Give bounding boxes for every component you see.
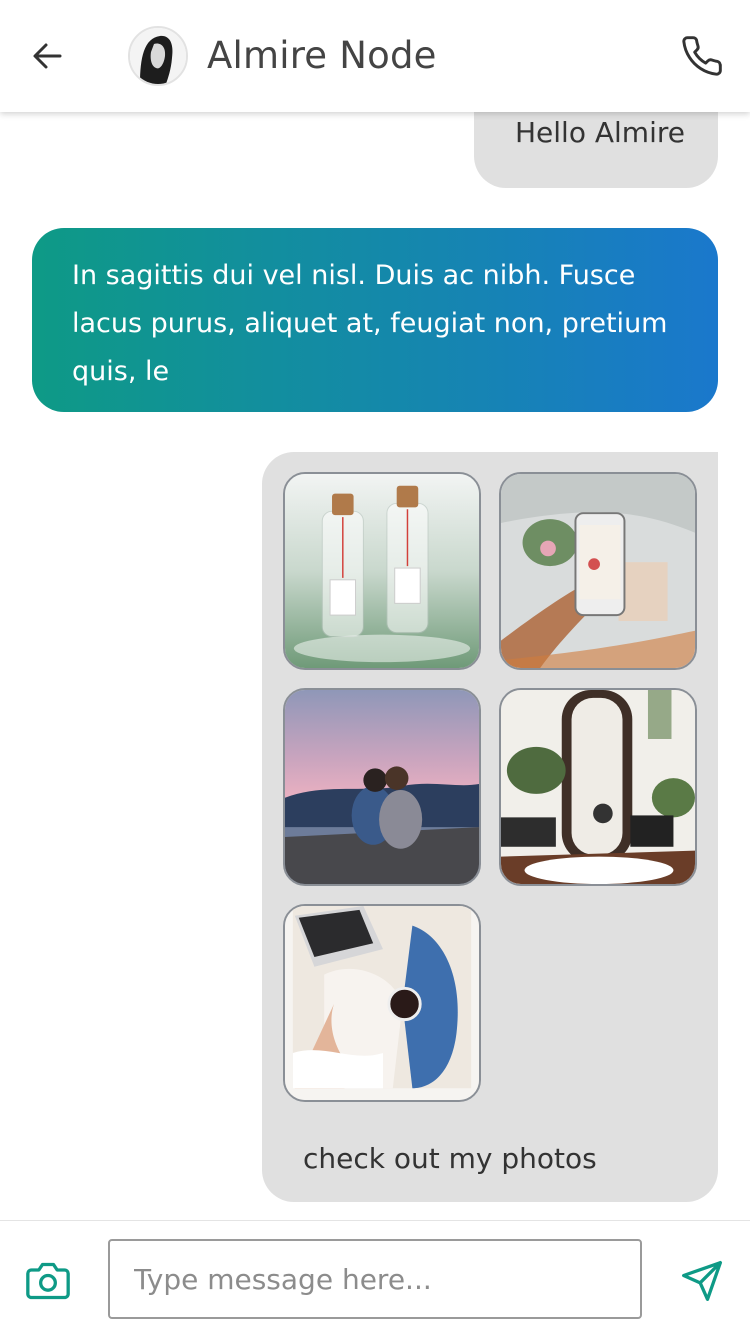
message-input[interactable] — [108, 1239, 642, 1319]
call-button[interactable] — [680, 34, 724, 78]
contact-name: Almire Node — [207, 34, 437, 77]
phone-icon — [682, 36, 722, 76]
send-button[interactable] — [680, 1259, 724, 1303]
send-icon — [682, 1261, 722, 1301]
avatar[interactable] — [128, 26, 188, 86]
glass-bottles-photo[interactable] — [283, 472, 481, 670]
outgoing-photos-message: check out my photos — [262, 452, 718, 1202]
phone-photo-bed-photo[interactable] — [499, 472, 697, 670]
message-text: In sagittis dui vel nisl. Duis ac nibh. … — [72, 260, 668, 387]
message-caption: check out my photos — [303, 1142, 597, 1175]
couple-sunset-mountains-photo[interactable] — [283, 688, 481, 886]
laptop-coffee-photo[interactable] — [283, 904, 481, 1102]
message-composer — [0, 1220, 750, 1334]
chat-header: Almire Node — [0, 0, 750, 112]
incoming-message-bubble: In sagittis dui vel nisl. Duis ac nibh. … — [32, 228, 718, 412]
message-text: Hello Almire — [515, 116, 685, 149]
message-list[interactable]: Hello Almire In sagittis dui vel nisl. D… — [0, 112, 750, 1220]
outgoing-message-bubble: Hello Almire — [474, 112, 718, 188]
arrow-left-icon — [33, 43, 62, 69]
camera-icon — [26, 1262, 70, 1300]
camera-button[interactable] — [26, 1259, 70, 1303]
mirror-plants-room-photo[interactable] — [499, 688, 697, 886]
back-button[interactable] — [28, 36, 68, 76]
